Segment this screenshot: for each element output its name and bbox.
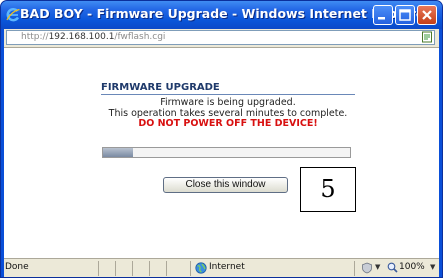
url-protocol: http://: [21, 32, 49, 42]
progress-fill: [103, 148, 133, 157]
upgrade-progress-bar: [102, 147, 351, 158]
status-text: Done: [5, 262, 29, 272]
title-bar[interactable]: BAD BOY - Firmware Upgrade - Windows Int…: [1, 1, 442, 29]
status-bar: Done Internet ▼ 100% ▼: [4, 258, 439, 277]
chevron-down-icon[interactable]: ▼: [375, 263, 380, 271]
chevron-down-icon[interactable]: ▼: [430, 263, 435, 271]
status-divider: [98, 261, 99, 276]
url-path: /fwflash.cgi: [114, 32, 166, 42]
security-zone-label[interactable]: Internet: [209, 262, 245, 272]
status-divider: [149, 261, 150, 276]
minimize-icon: [378, 17, 385, 20]
minimize-button[interactable]: [373, 5, 393, 25]
close-window-button[interactable]: [417, 5, 437, 25]
close-icon: [422, 10, 432, 20]
browser-window: BAD BOY - Firmware Upgrade - Windows Int…: [0, 0, 443, 278]
warning-message: DO NOT POWER OFF THE DEVICE!: [138, 118, 318, 129]
status-divider: [190, 261, 191, 276]
magnifier-icon[interactable]: [387, 262, 398, 273]
status-message-line1: Firmware is being upgraded.: [160, 97, 296, 108]
maximize-button[interactable]: [395, 5, 415, 25]
url-host: 192.168.100.1: [48, 32, 115, 42]
globe-icon: [195, 262, 207, 274]
address-field[interactable]: http://192.168.100.1/fwflash.cgi: [6, 30, 435, 45]
maximize-icon: [399, 9, 411, 21]
zoom-level[interactable]: 100%: [399, 262, 425, 272]
annotation-label: 5: [300, 167, 356, 212]
address-bar: http://192.168.100.1/fwflash.cgi: [4, 29, 439, 48]
status-divider: [115, 261, 116, 276]
internet-explorer-icon: [6, 8, 20, 22]
address-url[interactable]: http://192.168.100.1/fwflash.cgi: [21, 32, 165, 42]
page-heading: FIRMWARE UPGRADE: [101, 82, 220, 93]
window-title: BAD BOY - Firmware Upgrade - Windows Int…: [20, 6, 431, 21]
status-divider: [166, 261, 167, 276]
heading-divider: [101, 94, 355, 95]
shield-icon[interactable]: [361, 262, 373, 274]
status-divider: [354, 261, 355, 276]
page-icon[interactable]: [421, 31, 433, 43]
close-this-window-button[interactable]: Close this window: [163, 177, 288, 193]
status-divider: [132, 261, 133, 276]
